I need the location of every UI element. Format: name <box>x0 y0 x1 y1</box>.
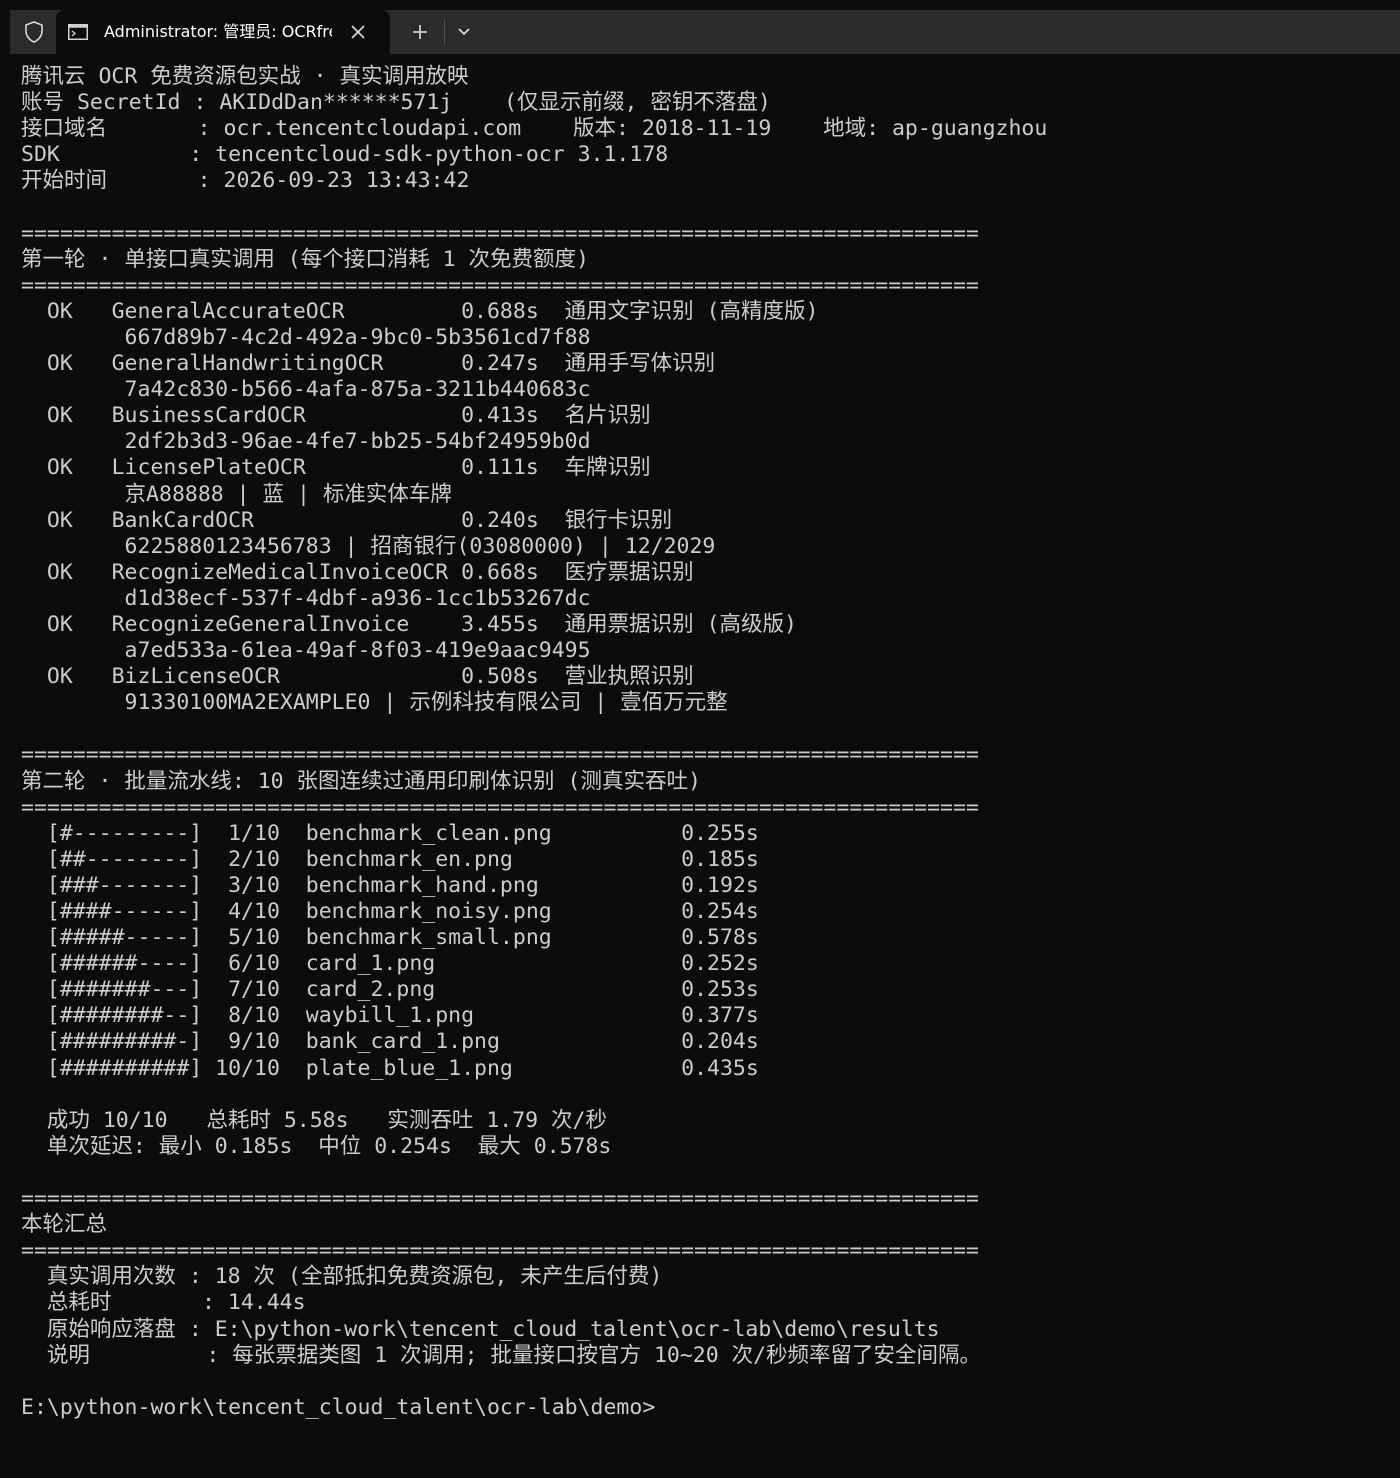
close-icon[interactable] <box>346 20 370 44</box>
shield-icon[interactable] <box>16 16 52 48</box>
terminal-line: a7ed533a-61ea-49af-8f03-419e9aac9495 <box>21 638 591 664</box>
terminal-line: 腾讯云 OCR 免费资源包实战 · 真实调用放映 <box>21 64 469 89</box>
terminal-line: OK RecognizeGeneralInvoice 3.455s 通用票据识别… <box>21 611 797 637</box>
terminal-line: 单次延迟: 最小 0.185s 中位 0.254s 最大 0.578s <box>21 1133 612 1159</box>
terminal-line: 6225880123456783 | 招商银行(03080000) | 12/2… <box>21 533 716 559</box>
terminal-line: [###-------] 3/10 benchmark_hand.png 0.1… <box>21 872 759 898</box>
terminal-line: OK RecognizeMedicalInvoiceOCR 0.668s 医疗票… <box>21 559 694 585</box>
terminal-line: OK BankCardOCR 0.240s 银行卡识别 <box>21 507 673 533</box>
terminal-line: 总耗时 : 14.44s <box>21 1290 306 1316</box>
terminal-line: 7a42c830-b566-4afa-875a-3211b440683c <box>21 377 591 403</box>
terminal-line: [#####-----] 5/10 benchmark_small.png 0.… <box>21 925 759 951</box>
terminal-line: 成功 10/10 总耗时 5.58s 实测吞吐 1.79 次/秒 <box>21 1107 607 1133</box>
terminal-line: OK GeneralHandwritingOCR 0.247s 通用手写体识别 <box>21 351 716 377</box>
terminal-line: 开始时间 : 2026-09-23 13:43:42 <box>21 168 470 194</box>
tab-terminal[interactable]: Administrator: 管理员: OCRfree <box>56 10 390 54</box>
terminal-line: ========================================… <box>21 220 979 246</box>
terminal-line: 真实调用次数 : 18 次 (全部抵扣免费资源包, 未产生后付费) <box>21 1264 663 1290</box>
terminal-line: ========================================… <box>21 742 979 768</box>
terminal-line: ========================================… <box>21 1238 979 1264</box>
title-bar: Administrator: 管理员: OCRfree <box>10 10 1400 54</box>
terminal-line: ========================================… <box>21 794 979 820</box>
terminal-line: 说明 : 每张票据类图 1 次调用; 批量接口按官方 10~20 次/秒频率留了… <box>21 1342 982 1368</box>
tab-title: Administrator: 管理员: OCRfree <box>104 22 332 41</box>
terminal-line: 账号 SecretId : AKIDdDan******571j (仅显示前缀,… <box>21 90 771 116</box>
terminal-line: 接口域名 : ocr.tencentcloudapi.com 版本: 2018-… <box>21 116 1048 142</box>
terminal-line: OK LicensePlateOCR 0.111s 车牌识别 <box>21 455 651 481</box>
terminal-line: 京A88888 | 蓝 | 标准实体车牌 <box>21 481 452 507</box>
terminal-line: [#######---] 7/10 card_2.png 0.253s <box>21 977 759 1003</box>
terminal-line: E:\python-work\tencent_cloud_talent\ocr-… <box>21 1394 656 1420</box>
terminal-line: [##########] 10/10 plate_blue_1.png 0.43… <box>21 1055 759 1081</box>
divider <box>444 20 445 44</box>
terminal-line: 原始响应落盘 : E:\python-work\tencent_cloud_ta… <box>21 1316 940 1342</box>
terminal-line: 第二轮 · 批量流水线: 10 张图连续过通用印刷体识别 (测真实吞吐) <box>21 768 701 794</box>
terminal-line: 第一轮 · 单接口真实调用 (每个接口消耗 1 次免费额度) <box>21 246 589 272</box>
plus-icon[interactable] <box>406 18 434 46</box>
terminal-line: OK BizLicenseOCR 0.508s 营业执照识别 <box>21 664 694 690</box>
terminal-line: [#---------] 1/10 benchmark_clean.png 0.… <box>21 820 759 846</box>
terminal-line: 667d89b7-4c2d-492a-9bc0-5b3561cd7f88 <box>21 324 591 350</box>
terminal-icon <box>68 24 88 40</box>
terminal-line: [##--------] 2/10 benchmark_en.png 0.185… <box>21 846 759 872</box>
terminal-line: [#########-] 9/10 bank_card_1.png 0.204s <box>21 1029 759 1055</box>
chevron-down-icon[interactable] <box>450 18 478 46</box>
terminal-line: 2df2b3d3-96ae-4fe7-bb25-54bf24959b0d <box>21 429 591 455</box>
terminal-line: OK BusinessCardOCR 0.413s 名片识别 <box>21 403 651 429</box>
terminal-line: [######----] 6/10 card_1.png 0.252s <box>21 951 759 977</box>
terminal-line: ========================================… <box>21 272 979 298</box>
terminal-output[interactable]: 腾讯云 OCR 免费资源包实战 · 真实调用放映 账号 SecretId : AK… <box>21 64 1391 1464</box>
terminal-line: 91330100MA2EXAMPLE0 | 示例科技有限公司 | 壹佰万元整 <box>21 690 728 716</box>
terminal-line: d1d38ecf-537f-4dbf-a936-1cc1b53267dc <box>21 585 591 611</box>
terminal-line: SDK : tencentcloud-sdk-python-ocr 3.1.17… <box>21 142 669 168</box>
terminal-line: [########--] 8/10 waybill_1.png 0.377s <box>21 1003 759 1029</box>
terminal-line: 本轮汇总 <box>21 1212 108 1238</box>
terminal-line: ========================================… <box>21 1186 979 1212</box>
terminal-line: [####------] 4/10 benchmark_noisy.png 0.… <box>21 899 759 924</box>
terminal-window: Administrator: 管理员: OCRfree 腾讯云 OCR 免费资源… <box>10 10 1400 1478</box>
terminal-line: OK GeneralAccurateOCR 0.688s 通用文字识别 (高精度… <box>21 298 819 324</box>
